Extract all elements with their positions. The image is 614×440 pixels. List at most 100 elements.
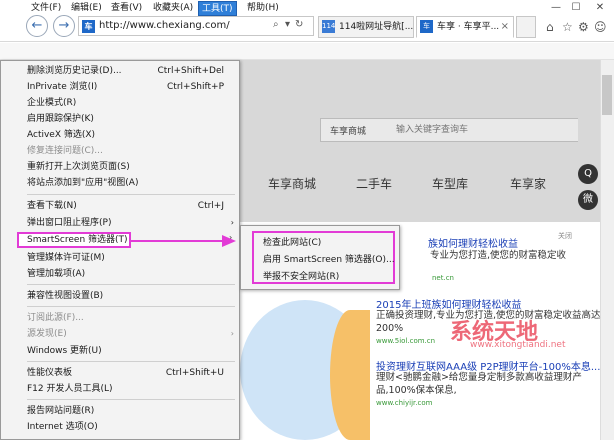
tab-chexiang[interactable]: 车 车享 · 车享平... × xyxy=(416,16,514,38)
gear-icon[interactable]: ⚙ xyxy=(578,20,589,34)
menu-enable-smartscreen[interactable]: 启用 SmartScreen 筛选器(O)... xyxy=(263,252,395,265)
menu-item-label: Internet 选项(O) xyxy=(27,422,98,432)
menu-popup-blocker[interactable]: 弹出窗口阻止程序(P) › xyxy=(0,215,238,231)
menu-reopen-session[interactable]: 重新打开上次浏览页面(S) xyxy=(0,159,238,175)
ad-close-button[interactable]: 关闭 xyxy=(558,231,572,241)
menu-separator xyxy=(27,306,235,307)
maximize-icon[interactable]: ☐ xyxy=(568,2,584,14)
nav-chexiang-home[interactable]: 车享家 xyxy=(510,175,546,192)
address-bar[interactable]: 车 http://www.chexiang.com/ ⌕ ▾ ↻ xyxy=(78,16,314,36)
nav-car-models[interactable]: 车型库 xyxy=(432,175,468,192)
search-icon[interactable]: ⌕ xyxy=(273,19,279,30)
nav-used-car[interactable]: 二手车 xyxy=(356,175,392,192)
menu-bar xyxy=(0,43,614,60)
ad-body: 专业为您打造,使您的财富稳定收 xyxy=(430,250,567,261)
qq-icon[interactable]: Q xyxy=(578,164,598,184)
scrollbar-thumb[interactable] xyxy=(602,75,612,115)
shortcut-label: Ctrl+Shift+Del xyxy=(157,66,224,76)
menu-delete-history[interactable]: 删除浏览历史记录(D)... Ctrl+Shift+Del xyxy=(0,63,238,79)
menu-item-label: 查看下载(N) xyxy=(27,201,77,211)
menu-item-label: 重新打开上次浏览页面(S) xyxy=(27,162,130,172)
menu-help[interactable]: 帮助(H) xyxy=(244,1,282,16)
menu-tracking-protection[interactable]: 启用跟踪保护(K) xyxy=(0,111,238,127)
menu-separator xyxy=(27,194,235,195)
close-window-icon[interactable]: ✕ xyxy=(592,2,608,14)
menu-enterprise-mode[interactable]: 企业模式(R) xyxy=(0,95,238,111)
menu-item-label: 修复连接问题(C)... xyxy=(27,146,103,156)
menu-feed-discovery: 源发现(E) › xyxy=(0,326,238,342)
nav-mall[interactable]: 车享商城 xyxy=(268,175,316,192)
shortcut-label: Ctrl+Shift+P xyxy=(167,82,224,92)
watermark-url: www.xitongtiandi.net xyxy=(470,340,566,350)
menu-separator xyxy=(27,361,235,362)
menu-item-label: 启用跟踪保护(K) xyxy=(27,114,94,124)
menu-item-label: 报告网站问题(R) xyxy=(27,406,95,416)
menu-f12-devtools[interactable]: F12 开发人员工具(L) xyxy=(0,381,238,397)
menu-view[interactable]: 查看(V) xyxy=(108,1,145,16)
back-arrow-icon: ← xyxy=(31,18,43,33)
menu-edit[interactable]: 编辑(E) xyxy=(68,1,105,16)
home-icon[interactable]: ⌂ xyxy=(546,20,554,34)
menu-item-label: 管理媒体许可证(M) xyxy=(27,253,105,263)
menu-inprivate[interactable]: InPrivate 浏览(I) Ctrl+Shift+P xyxy=(0,79,238,95)
menu-subscribe-feed: 订阅此源(F)... xyxy=(0,310,238,326)
menu-compat-view[interactable]: 兼容性视图设置(B) xyxy=(0,288,238,304)
forward-arrow-icon: → xyxy=(58,18,70,33)
close-tab-icon[interactable]: × xyxy=(501,17,509,37)
menu-media-licenses[interactable]: 管理媒体许可证(M) xyxy=(0,250,238,266)
menu-report-site-issue[interactable]: 报告网站问题(R) xyxy=(0,403,238,419)
pointer-arrow-icon xyxy=(130,235,236,247)
menu-manage-addons[interactable]: 管理加载项(A) xyxy=(0,266,238,282)
menu-smartscreen-filter[interactable]: SmartScreen 筛选器(T) xyxy=(17,232,131,248)
menu-report-unsafe-site[interactable]: 举报不安全网站(R) xyxy=(263,269,339,282)
minimize-icon[interactable]: — xyxy=(548,2,564,14)
menu-item-label: InPrivate 浏览(I) xyxy=(27,82,98,92)
ad-url[interactable]: www.5iol.com.cn xyxy=(376,337,435,345)
menu-fix-connection: 修复连接问题(C)... xyxy=(0,143,238,159)
menu-add-to-apps[interactable]: 将站点添加到"应用"视图(A) xyxy=(0,175,238,191)
menu-internet-options[interactable]: Internet 选项(O) xyxy=(0,419,238,435)
menu-item-label: 源发现(E) xyxy=(27,329,67,339)
forward-button[interactable]: → xyxy=(53,15,75,37)
shortcut-label: Ctrl+J xyxy=(197,201,224,211)
smiley-icon[interactable]: ☺ xyxy=(594,20,607,34)
tab-favicon-icon: 车 xyxy=(420,20,433,33)
menu-performance-dashboard[interactable]: 性能仪表板 Ctrl+Shift+U xyxy=(0,365,238,381)
ad-graphic-accent xyxy=(330,310,370,440)
refresh-icon[interactable]: ↻ xyxy=(295,19,303,30)
menu-item-label: SmartScreen 筛选器(T) xyxy=(27,235,128,245)
search-scope-label[interactable]: 车享商城 xyxy=(330,124,366,137)
menu-file[interactable]: 文件(F) xyxy=(28,1,64,16)
menu-check-this-site[interactable]: 检查此网站(C) xyxy=(263,235,321,248)
wechat-icon[interactable]: 微 xyxy=(578,190,598,210)
tab-label: 车享 · 车享平... xyxy=(437,22,500,32)
menu-item-label: 性能仪表板 xyxy=(27,368,73,378)
menu-tools[interactable]: 工具(T) xyxy=(198,1,237,16)
menu-item-label: F12 开发人员工具(L) xyxy=(27,384,113,394)
menu-windows-update[interactable]: Windows 更新(U) xyxy=(0,343,238,359)
menu-item-label: 弹出窗口阻止程序(P) xyxy=(27,218,112,228)
menu-item-label: 兼容性视图设置(B) xyxy=(27,291,104,301)
ad-body: 理财<驰鹏金融>给您量身定制多款高收益理财产品,100%保本保息, xyxy=(376,372,582,396)
tab-114la[interactable]: 114 114啦网址导航[... xyxy=(318,16,414,38)
menu-separator xyxy=(27,284,235,285)
back-button[interactable]: ← xyxy=(26,15,48,37)
menu-view-downloads[interactable]: 查看下载(N) Ctrl+J xyxy=(0,198,238,214)
menu-favorites[interactable]: 收藏夹(A) xyxy=(150,1,196,16)
ad-url[interactable]: www.chiyijr.com xyxy=(376,399,432,407)
submenu-arrow-icon: › xyxy=(230,218,234,227)
ad-title[interactable]: 族如何理财轻松收益 xyxy=(428,235,518,250)
menu-item-label: ActiveX 筛选(X) xyxy=(27,130,96,140)
menu-activex-filter[interactable]: ActiveX 筛选(X) xyxy=(0,127,238,143)
shortcut-label: Ctrl+Shift+U xyxy=(165,368,224,378)
address-url[interactable]: http://www.chexiang.com/ xyxy=(99,20,230,31)
site-search-input[interactable] xyxy=(390,119,578,141)
menu-item-label: 删除浏览历史记录(D)... xyxy=(27,66,122,76)
menu-item-label: Windows 更新(U) xyxy=(27,346,102,356)
menu-item-label: 将站点添加到"应用"视图(A) xyxy=(27,178,139,188)
ad-url[interactable]: net.cn xyxy=(432,274,454,282)
new-tab-button[interactable] xyxy=(516,16,536,38)
menu-item-label: 管理加载项(A) xyxy=(27,269,86,279)
dropdown-icon[interactable]: ▾ xyxy=(285,19,290,30)
star-icon[interactable]: ☆ xyxy=(562,20,573,34)
